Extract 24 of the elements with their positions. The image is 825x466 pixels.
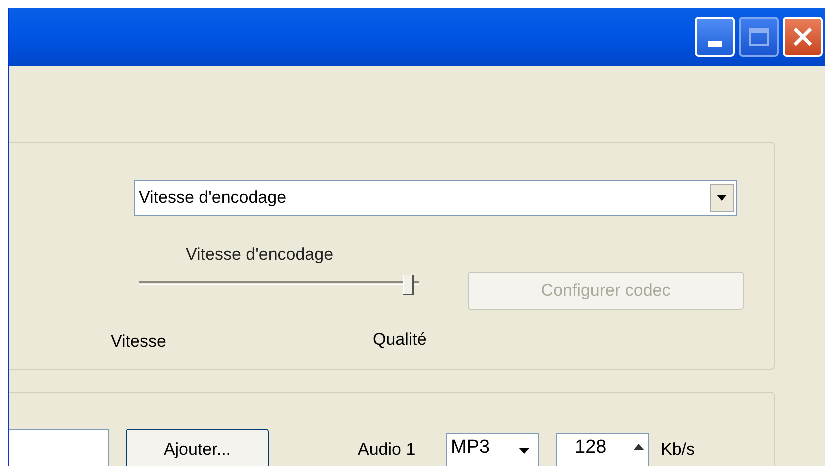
slider-thumb[interactable] [402,275,414,295]
bitrate-value: 128 [575,438,608,457]
minimize-button[interactable] [695,17,735,57]
mode-select[interactable]: Vitesse d'encodage [134,180,737,216]
codec-value: MP3 [451,438,492,457]
caret-icon [519,448,530,454]
slider-min-label: Vitesse [111,331,166,353]
spin-up-icon [634,444,644,450]
minimize-icon [708,41,722,47]
bitrate-spinner[interactable]: 128 [556,433,649,466]
caret-icon [717,195,727,201]
audio-label: Audio 1 [358,441,416,458]
dropdown-button[interactable] [710,184,734,212]
slider-label: Vitesse d'encodage [186,244,334,266]
input-field[interactable] [9,429,109,466]
maximize-button[interactable] [739,17,779,57]
codec-select[interactable]: MP3 [446,433,539,466]
add-button[interactable]: Ajouter... [126,429,269,466]
close-icon [793,27,813,47]
close-button[interactable] [783,17,823,57]
select-value: Vitesse d'encodage [139,187,288,210]
bitrate-unit: Kb/s [661,441,696,458]
slider-max-label: Qualité [373,329,427,351]
maximize-icon [749,28,769,46]
